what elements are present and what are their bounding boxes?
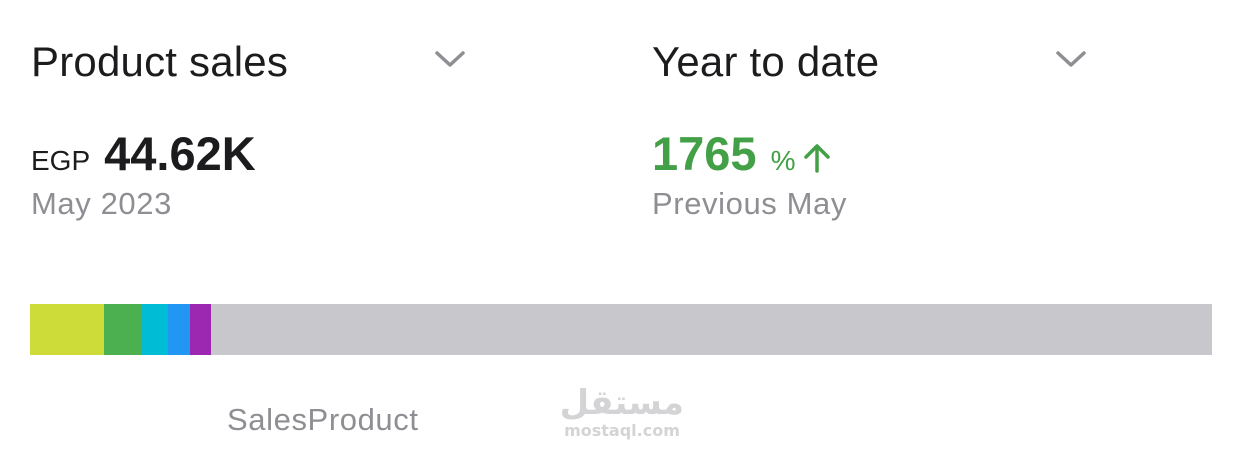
bar-segment-4[interactable] <box>167 304 191 355</box>
arrow-up-icon <box>804 144 831 173</box>
chevron-down-icon[interactable] <box>1054 48 1088 70</box>
metric-dropdown-label: Product sales <box>31 38 289 85</box>
comparison-label: Previous May <box>652 186 847 221</box>
growth-value-row: 1765 % <box>652 126 847 182</box>
sales-value-row: EGP 44.62K <box>31 126 256 182</box>
sales-period: May 2023 <box>31 186 172 221</box>
watermark-logo: مستقل <box>559 383 684 423</box>
percent-sign: % <box>770 145 796 176</box>
currency-label: EGP <box>31 145 91 176</box>
sales-value: 44.62K <box>104 127 256 180</box>
bar-segment-3[interactable] <box>141 304 168 355</box>
sales-total: EGP 44.62K May 2023 <box>31 126 256 222</box>
growth-value: 1765 <box>652 127 757 180</box>
watermark-domain: mostaql.com <box>564 421 680 440</box>
watermark: مستقل mostaql.com <box>560 384 684 444</box>
bar-segment-1[interactable] <box>30 304 104 355</box>
metric-dropdown[interactable]: Product sales <box>31 36 471 88</box>
bar-segment-2[interactable] <box>103 304 142 355</box>
chevron-down-icon[interactable] <box>433 48 467 70</box>
period-dropdown[interactable]: Year to date <box>652 36 1092 88</box>
breakdown-caption: SalesProduct <box>227 402 419 437</box>
bar-segment-5[interactable] <box>190 304 212 355</box>
product-breakdown-bar[interactable] <box>30 304 1212 355</box>
period-dropdown-label: Year to date <box>652 38 880 85</box>
growth-metric: 1765 % Previous May <box>652 126 847 222</box>
